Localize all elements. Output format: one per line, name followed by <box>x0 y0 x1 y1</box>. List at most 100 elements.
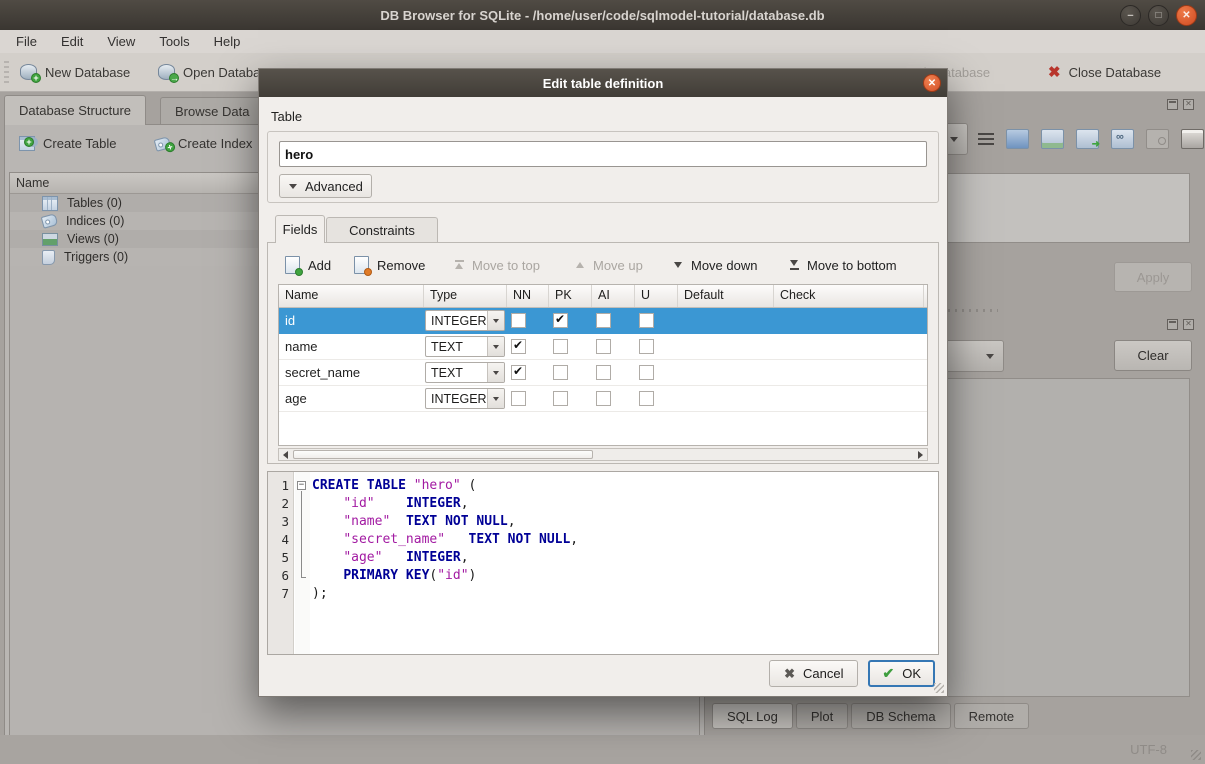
field-type-cell: TEXT <box>424 360 507 385</box>
link-icon[interactable] <box>1111 129 1134 149</box>
table-group-label: Table <box>271 109 302 124</box>
nn-checkbox[interactable] <box>511 365 526 380</box>
create-index-button[interactable]: Create Index <box>155 136 252 151</box>
pk-checkbox[interactable] <box>553 339 568 354</box>
field-check-cell <box>774 386 924 411</box>
u-checkbox[interactable] <box>639 339 654 354</box>
scrollbar-thumb[interactable] <box>293 450 593 459</box>
u-checkbox[interactable] <box>639 391 654 406</box>
remove-field-button[interactable]: Remove <box>354 252 425 278</box>
float-dock-icon[interactable] <box>1167 319 1178 330</box>
table-icon <box>42 196 58 211</box>
tab-constraints[interactable]: Constraints <box>326 217 438 243</box>
bottom-tab-sql-log[interactable]: SQL Log <box>712 703 793 729</box>
field-name-cell: age <box>279 386 424 411</box>
fold-marker[interactable] <box>295 532 310 550</box>
tab-database-structure[interactable]: Database Structure <box>4 95 146 125</box>
import-icon[interactable] <box>1006 129 1029 149</box>
u-checkbox[interactable] <box>639 313 654 328</box>
grid-column-header[interactable]: Default <box>678 285 774 307</box>
grid-column-header[interactable]: AI <box>592 285 635 307</box>
field-row[interactable]: ageINTEGER <box>279 386 927 412</box>
field-row[interactable]: secret_nameTEXT <box>279 360 927 386</box>
tab-fields[interactable]: Fields <box>275 215 325 243</box>
ai-checkbox[interactable] <box>596 391 611 406</box>
set-null-icon[interactable] <box>1146 129 1169 149</box>
grid-column-header[interactable]: Check <box>774 285 924 307</box>
fold-marker[interactable] <box>295 496 310 514</box>
menu-item-help[interactable]: Help <box>202 32 253 51</box>
fold-marker[interactable] <box>295 586 310 604</box>
float-dock-icon[interactable] <box>1167 99 1178 110</box>
fold-marker[interactable] <box>295 568 310 586</box>
scroll-right-icon[interactable] <box>914 449 927 460</box>
grid-column-header[interactable]: Name <box>279 285 424 307</box>
u-checkbox[interactable] <box>639 365 654 380</box>
field-nn-cell <box>507 334 549 359</box>
fields-tab-panel: Add Remove Move to top Move up Move down… <box>267 242 939 464</box>
fold-marker[interactable] <box>295 514 310 532</box>
ok-button[interactable]: ✔ OK <box>868 660 935 687</box>
dialog-resize-grip[interactable] <box>934 683 944 693</box>
close-dock-icon[interactable] <box>1183 319 1194 330</box>
nn-checkbox[interactable] <box>511 339 526 354</box>
close-dock-icon[interactable] <box>1183 99 1194 110</box>
maximize-button[interactable] <box>1148 5 1169 26</box>
field-type-cell: TEXT <box>424 334 507 359</box>
field-row[interactable]: idINTEGER <box>279 308 927 334</box>
pk-checkbox[interactable] <box>553 391 568 406</box>
field-row[interactable]: nameTEXT <box>279 334 927 360</box>
ai-checkbox[interactable] <box>596 365 611 380</box>
add-field-button[interactable]: Add <box>285 252 331 278</box>
bottom-tab-db-schema[interactable]: DB Schema <box>851 703 950 729</box>
pk-checkbox[interactable] <box>553 313 568 328</box>
menu-item-view[interactable]: View <box>95 32 147 51</box>
pk-checkbox[interactable] <box>553 365 568 380</box>
print-icon[interactable] <box>1181 129 1204 149</box>
nn-checkbox[interactable] <box>511 313 526 328</box>
export-icon[interactable] <box>1041 129 1064 149</box>
grid-column-header[interactable]: U <box>635 285 678 307</box>
open-in-external-icon[interactable] <box>1076 129 1099 149</box>
type-combobox-value: TEXT <box>426 340 487 354</box>
type-combobox[interactable]: INTEGER <box>425 388 505 409</box>
minimize-button[interactable] <box>1120 5 1141 26</box>
window-resize-grip[interactable] <box>1191 750 1201 760</box>
ai-checkbox[interactable] <box>596 339 611 354</box>
scroll-left-icon[interactable] <box>279 449 292 460</box>
dock-splitter-handle[interactable] <box>948 309 998 312</box>
clear-log-button[interactable]: Clear <box>1114 340 1192 371</box>
create-table-button[interactable]: Create Table <box>19 136 116 151</box>
table-name-input[interactable] <box>279 141 927 167</box>
move-to-bottom-button[interactable]: Move to bottom <box>790 252 897 278</box>
type-combobox[interactable]: TEXT <box>425 362 505 383</box>
type-combobox[interactable]: INTEGER <box>425 310 505 331</box>
tab-browse-data[interactable]: Browse Data <box>160 97 264 125</box>
window-controls <box>1120 5 1197 26</box>
nn-checkbox[interactable] <box>511 391 526 406</box>
fields-grid-hscrollbar[interactable] <box>278 448 928 461</box>
toolbar-grip[interactable] <box>4 61 9 85</box>
cancel-button[interactable]: ✖ Cancel <box>769 660 858 687</box>
ai-checkbox[interactable] <box>596 313 611 328</box>
close-window-button[interactable] <box>1176 5 1197 26</box>
fold-marker[interactable] <box>295 478 310 496</box>
dialog-titlebar[interactable]: Edit table definition <box>259 69 947 97</box>
new-database-button[interactable]: New Database <box>14 58 136 86</box>
close-database-button[interactable]: ✖ Close Database <box>1042 58 1167 86</box>
type-combobox[interactable]: TEXT <box>425 336 505 357</box>
menu-item-tools[interactable]: Tools <box>147 32 201 51</box>
grid-column-header[interactable]: NN <box>507 285 549 307</box>
advanced-toggle-button[interactable]: Advanced <box>279 174 372 198</box>
bottom-tab-plot[interactable]: Plot <box>796 703 848 729</box>
word-wrap-icon[interactable] <box>978 133 994 146</box>
sql-preview-editor[interactable]: 1234567 CREATE TABLE "hero" ( "id" INTEG… <box>267 471 939 655</box>
grid-column-header[interactable]: Type <box>424 285 507 307</box>
bottom-tab-remote[interactable]: Remote <box>954 703 1030 729</box>
dialog-close-button[interactable] <box>923 74 941 92</box>
menu-item-edit[interactable]: Edit <box>49 32 95 51</box>
menu-item-file[interactable]: File <box>4 32 49 51</box>
move-down-button[interactable]: Move down <box>674 252 757 278</box>
grid-column-header[interactable]: PK <box>549 285 592 307</box>
fold-marker[interactable] <box>295 550 310 568</box>
